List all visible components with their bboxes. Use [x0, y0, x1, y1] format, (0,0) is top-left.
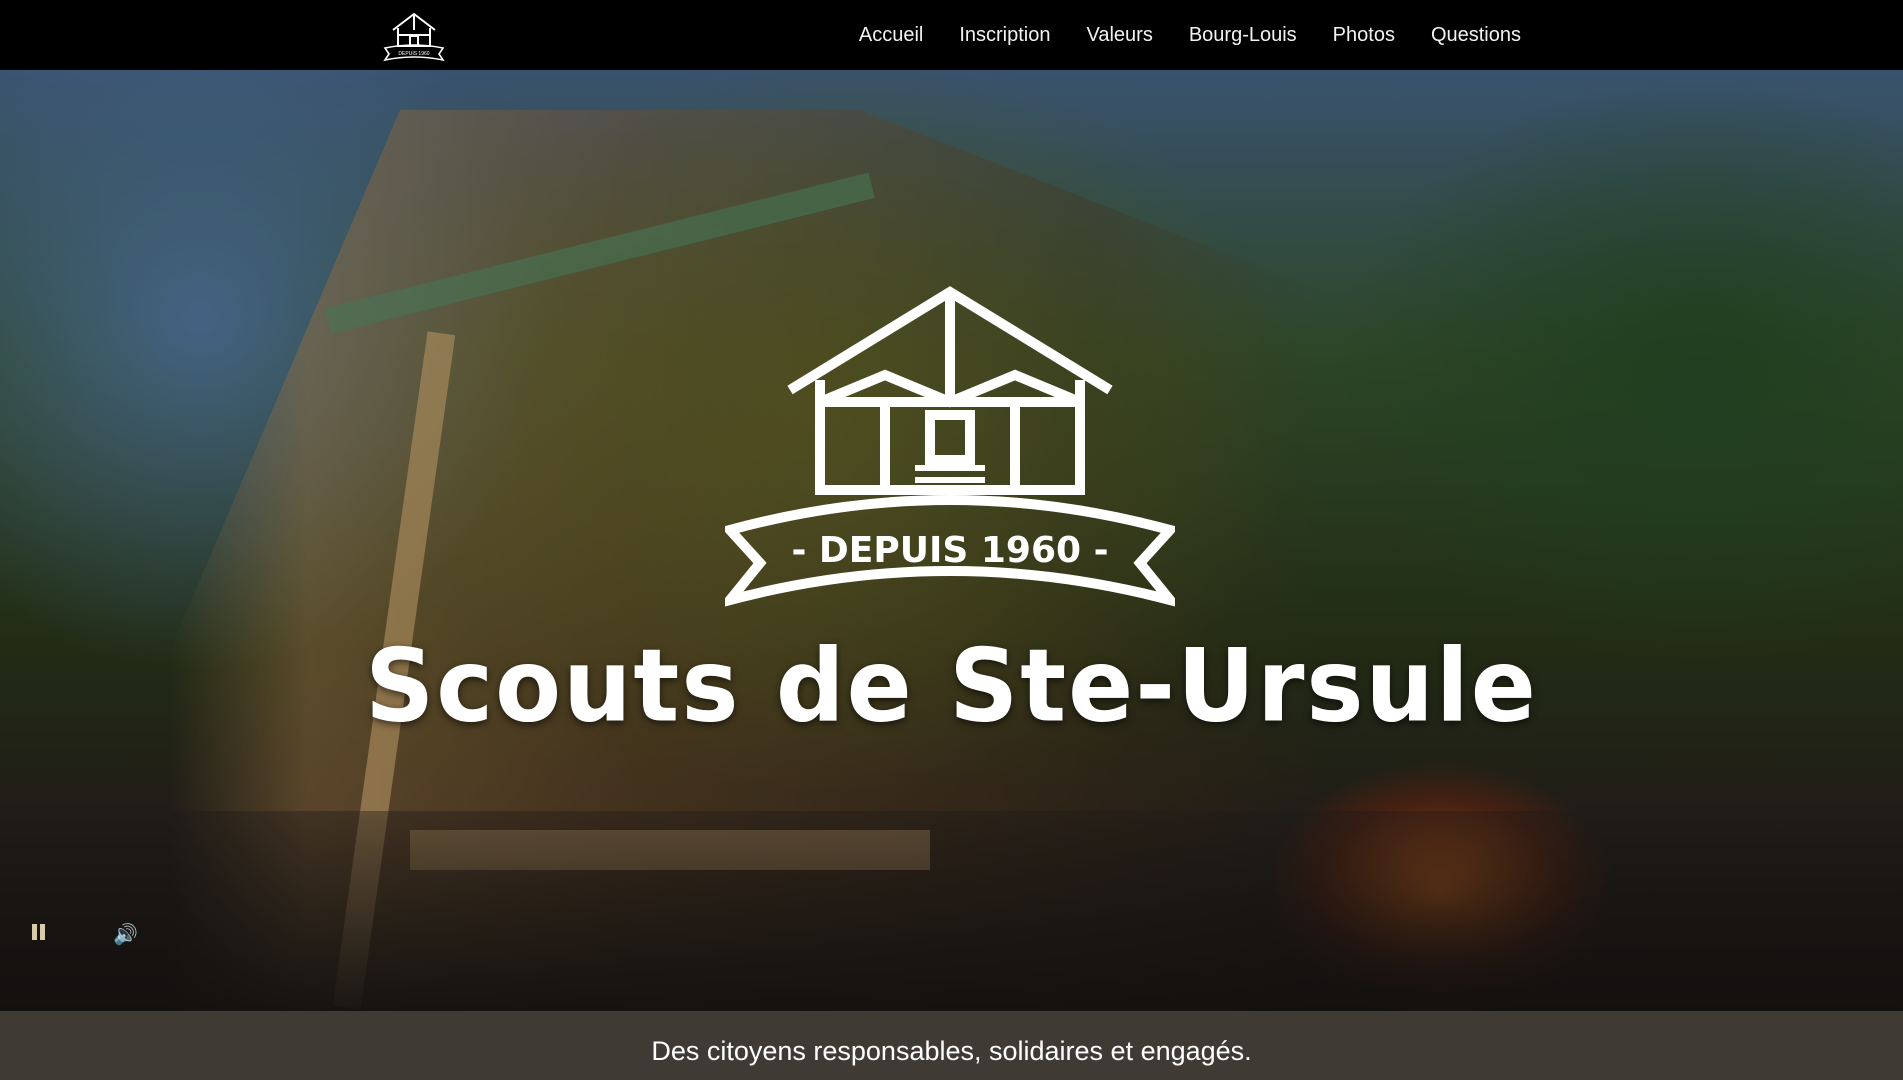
nav-link-inscription[interactable]: Inscription — [959, 24, 1050, 47]
nav-link-bourg-louis[interactable]: Bourg-Louis — [1189, 24, 1297, 47]
nav-link-accueil[interactable]: Accueil — [859, 24, 923, 47]
volume-icon: 🔊 — [113, 924, 138, 946]
hero-logo: - DEPUIS 1960 - — [725, 286, 1175, 607]
logo-badge-text: DEPUIS 1960 — [398, 51, 429, 57]
pause-button[interactable] — [32, 923, 48, 946]
top-navigation-bar: DEPUIS 1960 Accueil Inscription Valeurs … — [0, 0, 1903, 70]
pause-icon — [32, 923, 48, 945]
nav-link-questions[interactable]: Questions — [1431, 24, 1521, 47]
hero-badge-text: - DEPUIS 1960 - — [791, 530, 1108, 571]
tagline: Des citoyens responsables, solidaires et… — [651, 1036, 1252, 1066]
hero-title: Scouts de Ste-Ursule — [365, 627, 1538, 745]
hero-video: - DEPUIS 1960 - Scouts de Ste-Ursule 🔊 — [0, 70, 1903, 1011]
main-nav: Accueil Inscription Valeurs Bourg-Louis … — [859, 0, 1521, 70]
nav-link-valeurs[interactable]: Valeurs — [1087, 24, 1153, 47]
nav-link-photos[interactable]: Photos — [1333, 24, 1395, 47]
site-logo[interactable]: DEPUIS 1960 — [381, 8, 447, 62]
volume-button[interactable]: 🔊 — [113, 922, 138, 947]
